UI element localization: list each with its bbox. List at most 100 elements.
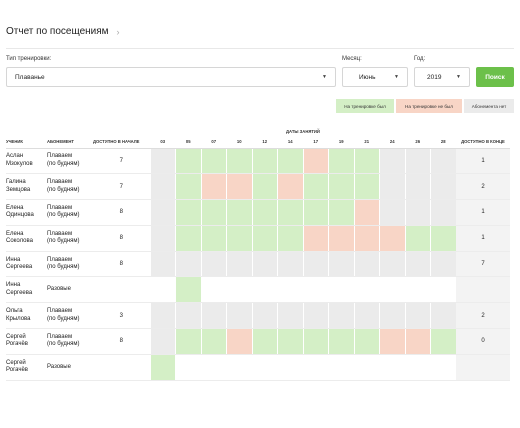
attendance-cell <box>328 302 354 330</box>
student-first-name: Инна <box>6 256 21 263</box>
attendance-cell <box>302 173 329 201</box>
pass-schedule: (по будням) <box>47 212 80 219</box>
column-pass: АБОНЕМЕНТ <box>47 136 93 149</box>
attendance-table: ДАТЫ ЗАНЯТИЙ УЧЕНИК АБОНЕМЕНТ ДОСТУПНО В… <box>6 126 510 381</box>
attendance-cell <box>200 302 227 330</box>
table-row: Галина Земцова Плаваем (по будням) 7 2 <box>6 173 510 201</box>
attendance-cell <box>430 328 456 355</box>
attendance-cell <box>302 302 329 330</box>
attendance-cell <box>328 328 354 355</box>
attendance-cell <box>328 173 354 201</box>
year-select[interactable]: 2019 ▼ <box>414 67 470 87</box>
attendance-cell <box>277 148 303 175</box>
training-type-select[interactable]: Плаванье ▼ <box>6 67 336 87</box>
available-start <box>93 354 150 381</box>
available-start: 8 <box>93 328 150 355</box>
pass-type: Плаваем (по будням) <box>47 302 93 330</box>
attendance-cell <box>226 302 252 330</box>
attendance-cell <box>175 302 201 330</box>
attendance-cell <box>302 276 329 304</box>
attendance-cell <box>302 199 329 226</box>
student-first-name: Сергей <box>6 359 26 366</box>
attendance-cell <box>226 328 252 355</box>
table-row: Елена Одинцова Плаваем (по будням) 8 1 <box>6 199 510 226</box>
available-end <box>456 354 510 381</box>
attendance-cell <box>379 328 405 355</box>
attendance-cell <box>379 276 405 304</box>
attendance-cell <box>175 199 201 226</box>
attendance-cell <box>328 251 354 278</box>
attendance-cell <box>404 328 431 355</box>
date-column-header: 07 <box>201 136 227 149</box>
attendance-cell <box>277 302 303 330</box>
attendance-cell <box>379 302 405 330</box>
available-end: 1 <box>456 225 510 252</box>
available-start: 7 <box>93 148 150 175</box>
date-column-header: 12 <box>252 136 278 149</box>
month-select[interactable]: Июнь ▼ <box>342 67 408 87</box>
student-last-name: Сергеева <box>6 289 33 296</box>
available-end: 1 <box>456 199 510 226</box>
date-column-header: 26 <box>405 136 431 149</box>
column-start: ДОСТУПНО В НАЧАЛЕ <box>93 136 150 149</box>
pass-type: Разовые <box>47 354 93 381</box>
attendance-cell <box>353 225 380 252</box>
attendance-cell <box>379 173 405 201</box>
divider <box>6 48 514 49</box>
table-row: Ольга Крылова Плаваем (по будням) 3 2 <box>6 302 510 330</box>
attendance-cell <box>200 354 227 381</box>
attendance-cell <box>379 251 405 278</box>
student-last-name: Крылова <box>6 315 31 322</box>
chevron-down-icon: ▼ <box>322 74 327 80</box>
pass-schedule: (по будням) <box>47 315 80 322</box>
pass-type: Плаваем (по будням) <box>47 225 93 252</box>
student-name: Инна Сергеева <box>6 251 47 278</box>
attendance-cell <box>430 173 456 201</box>
attendance-cell <box>328 148 354 175</box>
pass-schedule: (по будням) <box>47 238 80 245</box>
pass-name: Разовые <box>47 286 71 293</box>
student-first-name: Ольга <box>6 308 23 315</box>
month-value: Июнь <box>359 73 376 81</box>
attendance-cell <box>149 302 176 330</box>
attendance-cell <box>149 148 176 175</box>
column-student: УЧЕНИК <box>6 136 47 149</box>
pass-name: Плаваем <box>47 256 73 263</box>
attendance-cell <box>149 173 176 201</box>
attendance-cell <box>277 251 303 278</box>
attendance-cell <box>430 251 456 278</box>
attendance-cell <box>175 148 201 175</box>
search-button[interactable]: Поиск <box>476 67 514 87</box>
available-end: 1 <box>456 148 510 175</box>
available-end: 7 <box>456 251 510 278</box>
attendance-cell <box>379 199 405 226</box>
attendance-cell <box>251 225 278 252</box>
attendance-cell <box>175 354 201 381</box>
chevron-right-icon: › <box>116 26 120 37</box>
attendance-cell <box>328 225 354 252</box>
attendance-cell <box>149 276 176 304</box>
attendance-cell <box>302 354 329 381</box>
available-end <box>456 276 510 304</box>
attendance-cell <box>277 276 303 304</box>
attendance-cell <box>200 251 227 278</box>
attendance-cell <box>430 199 456 226</box>
attendance-cell <box>175 276 201 304</box>
table-row: Инна Сергеева Разовые <box>6 276 510 304</box>
attendance-cell <box>175 251 201 278</box>
attendance-cell <box>353 148 380 175</box>
attendance-cell <box>149 199 176 226</box>
student-first-name: Елена <box>6 204 24 211</box>
attendance-cell <box>175 328 201 355</box>
attendance-cell <box>353 354 380 381</box>
attendance-cell <box>251 354 278 381</box>
student-name: Елена Соколова <box>6 225 47 252</box>
student-name: Аслан Мзокулов <box>6 148 47 175</box>
attendance-cell <box>404 302 431 330</box>
attendance-cell <box>277 328 303 355</box>
date-column-header: 03 <box>150 136 176 149</box>
year-value: 2019 <box>427 73 442 81</box>
student-first-name: Аслан <box>6 153 24 160</box>
date-column-header: 10 <box>226 136 252 149</box>
attendance-cell <box>430 276 456 304</box>
